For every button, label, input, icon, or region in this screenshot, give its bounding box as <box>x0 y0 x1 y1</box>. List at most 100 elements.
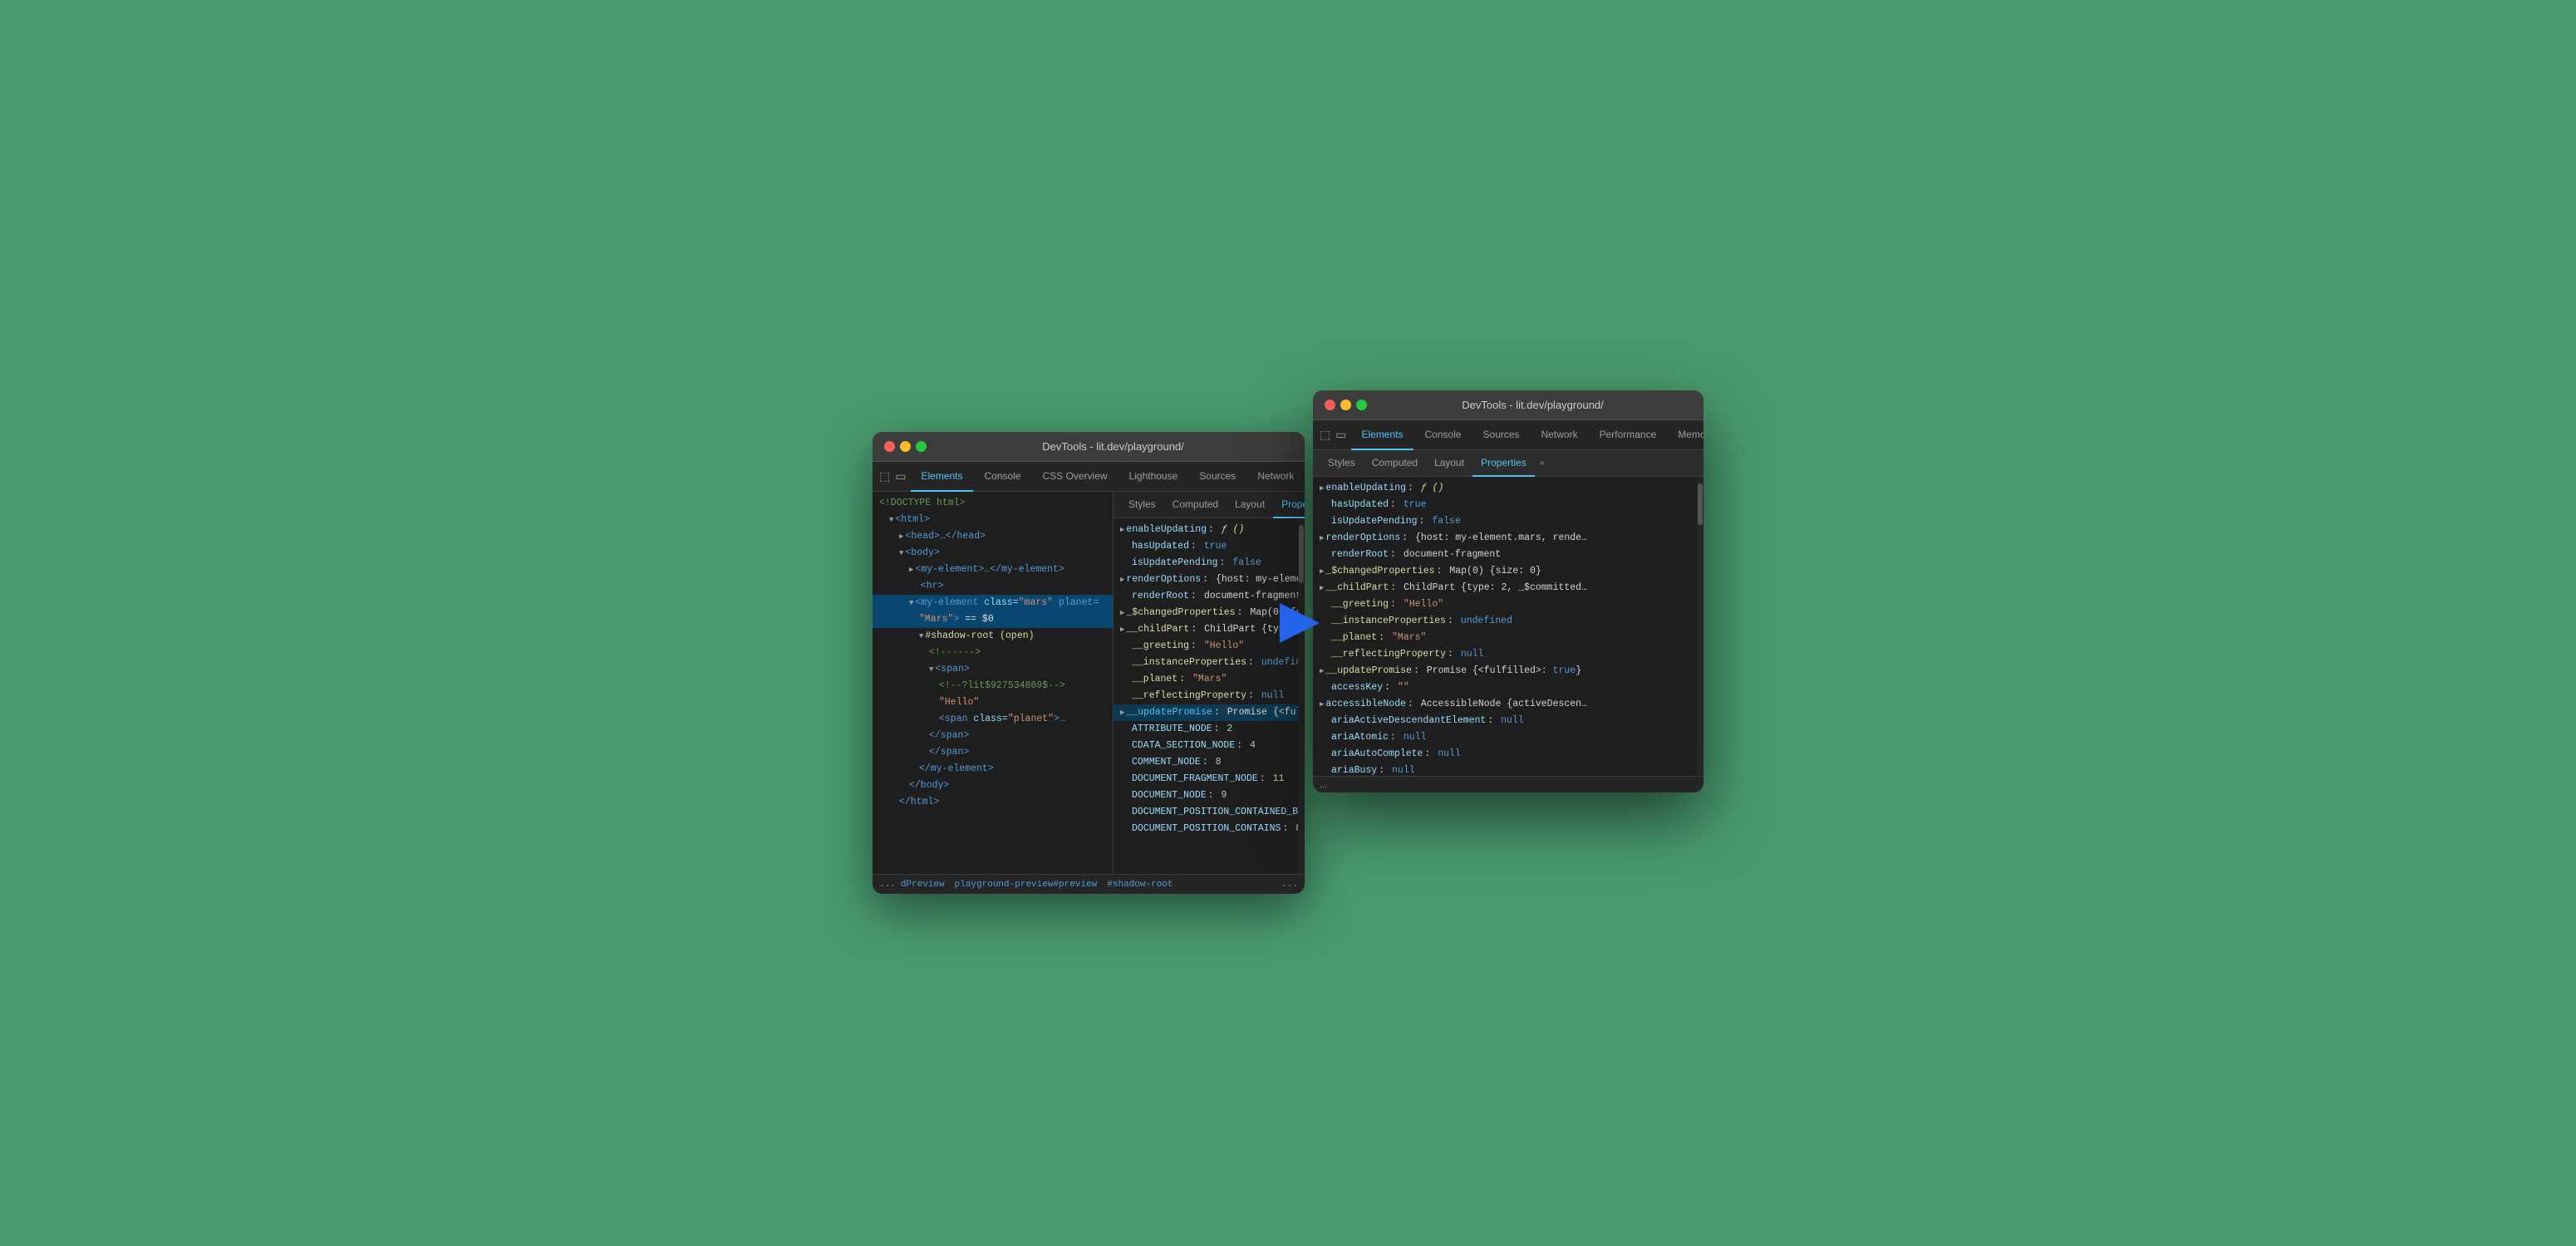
window-title-back: DevTools - lit.dev/playground/ <box>933 440 1293 453</box>
props-content-back[interactable]: ▶enableUpdating: ƒ () hasUpdated: true i… <box>1113 518 1305 874</box>
tab-network-front[interactable]: Network <box>1531 420 1588 450</box>
devtools-window-back: DevTools - lit.dev/playground/ ⬚ ▭ Eleme… <box>873 432 1305 894</box>
dom-line-close-span2[interactable]: </span> <box>873 744 1113 761</box>
dom-line-html[interactable]: ▼<html> <box>873 512 1113 528</box>
breadcrumb-preview[interactable]: playground-preview#preview <box>955 880 1098 890</box>
prop-renderRoot-front[interactable]: renderRoot: document-fragment <box>1313 547 1703 563</box>
prop-instanceProps-front[interactable]: __instanceProperties: undefined <box>1313 613 1703 630</box>
dom-line-doctype[interactable]: <!DOCTYPE html> <box>873 495 1113 512</box>
panel-tab-more-front[interactable]: » <box>1535 459 1550 468</box>
scrollbar-back[interactable] <box>1298 518 1305 874</box>
prop-changedProps-back[interactable]: ▶_$changedProperties: Map(0) {size: 0} <box>1113 605 1305 621</box>
close-button-front[interactable] <box>1325 400 1335 410</box>
tab-sources-back[interactable]: Sources <box>1189 462 1246 492</box>
close-button[interactable] <box>884 441 895 452</box>
breadcrumb-more[interactable]: ... <box>1281 880 1298 890</box>
prop-hasUpdated-back[interactable]: hasUpdated: true <box>1113 538 1305 555</box>
tab-console-back[interactable]: Console <box>975 462 1031 492</box>
prop-ariaBusy-front[interactable]: ariaBusy: null <box>1313 763 1703 776</box>
prop-updatePromise-front[interactable]: ▶__updatePromise: Promise {<fulfilled>: … <box>1313 663 1703 679</box>
prop-renderOptions-front[interactable]: ▶renderOptions: {host: my-element.mars, … <box>1313 530 1703 547</box>
prop-reflectingProp-front[interactable]: __reflectingProperty: null <box>1313 646 1703 663</box>
panel-tab-styles-back[interactable]: Styles <box>1120 492 1164 518</box>
panel-tab-properties-front[interactable]: Properties <box>1472 450 1535 477</box>
prop-childPart-front[interactable]: ▶__childPart: ChildPart {type: 2, _$comm… <box>1313 580 1703 596</box>
prop-CDATA-back[interactable]: CDATA_SECTION_NODE: 4 <box>1113 738 1305 754</box>
scrollbar-front[interactable] <box>1697 477 1703 776</box>
minimize-button-front[interactable] <box>1340 400 1351 410</box>
maximize-button-front[interactable] <box>1356 400 1367 410</box>
panel-tab-computed-front[interactable]: Computed <box>1364 450 1426 477</box>
prop-COMMENT-back[interactable]: COMMENT_NODE: 8 <box>1113 754 1305 771</box>
prop-changedProps-front[interactable]: ▶_$changedProperties: Map(0) {size: 0} <box>1313 563 1703 580</box>
panel-tab-properties-back[interactable]: Properties <box>1273 492 1305 518</box>
dom-line-head[interactable]: ▶<head>…</head> <box>873 528 1113 545</box>
device-icon[interactable]: ▭ <box>895 468 906 485</box>
prop-ariaActiveDesc-front[interactable]: ariaActiveDescendantElement: null <box>1313 713 1703 729</box>
props-content-front[interactable]: ▶enableUpdating: ƒ () hasUpdated: true i… <box>1313 477 1703 776</box>
dom-line-hr[interactable]: <hr> <box>873 578 1113 595</box>
dom-line-close-html[interactable]: </html> <box>873 794 1113 811</box>
breadcrumb-shadow[interactable]: #shadow-root <box>1107 880 1172 890</box>
prop-reflectingProp-back[interactable]: __reflectingProperty: null <box>1113 688 1305 704</box>
prop-CONTAINS-back[interactable]: DOCUMENT_POSITION_CONTAINS: 8 <box>1113 821 1305 837</box>
dom-line-shadow-root[interactable]: ▼#shadow-root (open) <box>873 628 1113 645</box>
dom-line-my-element-1[interactable]: ▶<my-element>…</my-element> <box>873 562 1113 578</box>
prop-accessKey-front[interactable]: accessKey: "" <box>1313 679 1703 696</box>
prop-ariaAutoComplete-front[interactable]: ariaAutoComplete: null <box>1313 746 1703 763</box>
prop-planet-front[interactable]: __planet: "Mars" <box>1313 630 1703 646</box>
tab-css-overview-back[interactable]: CSS Overview <box>1033 462 1118 492</box>
prop-isUpdatePending-back[interactable]: isUpdatePending: false <box>1113 555 1305 571</box>
prop-DOCNODE-back[interactable]: DOCUMENT_NODE: 9 <box>1113 787 1305 804</box>
prop-greeting-back[interactable]: __greeting: "Hello" <box>1113 638 1305 655</box>
dom-line-close-body[interactable]: </body> <box>873 778 1113 794</box>
prop-ATTRIBUTE_NODE-back[interactable]: ATTRIBUTE_NODE: 2 <box>1113 721 1305 738</box>
prop-enableUpdating-back[interactable]: ▶enableUpdating: ƒ () <box>1113 522 1305 538</box>
panel-tab-layout-back[interactable]: Layout <box>1227 492 1273 518</box>
dom-line-my-element-selected[interactable]: ▼<my-element class="mars" planet= <box>873 595 1113 611</box>
inspect-icon-front[interactable]: ⬚ <box>1320 427 1330 444</box>
prop-greeting-front[interactable]: __greeting: "Hello" <box>1313 596 1703 613</box>
dom-line-hello[interactable]: "Hello" <box>873 694 1113 711</box>
device-icon-front[interactable]: ▭ <box>1335 427 1346 444</box>
dom-content[interactable]: <!DOCTYPE html> ▼<html> ▶<head>…</head> … <box>873 492 1113 874</box>
prop-accessibleNode-front[interactable]: ▶accessibleNode: AccessibleNode {activeD… <box>1313 696 1703 713</box>
title-bar-front: DevTools - lit.dev/playground/ <box>1313 390 1703 420</box>
dom-line-span-planet[interactable]: <span class="planet">… <box>873 711 1113 728</box>
dom-line-close-my-element[interactable]: </my-element> <box>873 761 1113 778</box>
tab-memory-front[interactable]: Memory <box>1668 420 1703 450</box>
prop-renderRoot-back[interactable]: renderRoot: document-fragment <box>1113 588 1305 605</box>
tab-lighthouse-back[interactable]: Lighthouse <box>1119 462 1188 492</box>
prop-renderOptions-back[interactable]: ▶renderOptions: {host: my-element.mars, … <box>1113 571 1305 588</box>
prop-CONTAINED-back[interactable]: DOCUMENT_POSITION_CONTAINED_BY: 16 <box>1113 804 1305 821</box>
prop-instanceProps-back[interactable]: __instanceProperties: undefined <box>1113 655 1305 671</box>
prop-isUpdatePending-front[interactable]: isUpdatePending: false <box>1313 513 1703 530</box>
panel-tab-computed-back[interactable]: Computed <box>1164 492 1227 518</box>
inspect-icon[interactable]: ⬚ <box>879 468 890 485</box>
tab-elements-back[interactable]: Elements <box>911 462 972 492</box>
prop-planet-back[interactable]: __planet: "Mars" <box>1113 671 1305 688</box>
minimize-button[interactable] <box>900 441 911 452</box>
tab-network-back[interactable]: Network <box>1247 462 1304 492</box>
prop-childPart-back[interactable]: ▶__childPart: ChildPart {type: 2, _$comm… <box>1113 621 1305 638</box>
tab-performance-front[interactable]: Performance <box>1590 420 1667 450</box>
maximize-button[interactable] <box>916 441 927 452</box>
tab-console-front[interactable]: Console <box>1415 420 1472 450</box>
dom-line-comment1[interactable]: <!------> <box>873 645 1113 661</box>
tab-sources-front[interactable]: Sources <box>1473 420 1530 450</box>
prop-ariaAtomic-front[interactable]: ariaAtomic: null <box>1313 729 1703 746</box>
tab-elements-front[interactable]: Elements <box>1351 420 1413 450</box>
dom-line-span1[interactable]: ▼<span> <box>873 661 1113 678</box>
traffic-lights-back <box>884 441 927 452</box>
breadcrumb-dpreview[interactable]: dPreview <box>901 880 945 890</box>
panel-tab-styles-front[interactable]: Styles <box>1320 450 1364 477</box>
prop-updatePromise-back[interactable]: ▶__updatePromise: Promise {<fulfilled>: … <box>1113 704 1305 721</box>
dom-line-close-span1[interactable]: </span> <box>873 728 1113 744</box>
dom-line-body[interactable]: ▼<body> <box>873 545 1113 562</box>
dom-line-comment2[interactable]: <!--?lit$927534869$--> <box>873 678 1113 694</box>
panel-tab-layout-front[interactable]: Layout <box>1426 450 1472 477</box>
dom-line-my-element-val[interactable]: "Mars"> == $0 <box>873 611 1113 628</box>
prop-hasUpdated-front[interactable]: hasUpdated: true <box>1313 497 1703 513</box>
prop-DOCFRAG-back[interactable]: DOCUMENT_FRAGMENT_NODE: 11 <box>1113 771 1305 787</box>
prop-enableUpdating-front[interactable]: ▶enableUpdating: ƒ () <box>1313 480 1703 497</box>
